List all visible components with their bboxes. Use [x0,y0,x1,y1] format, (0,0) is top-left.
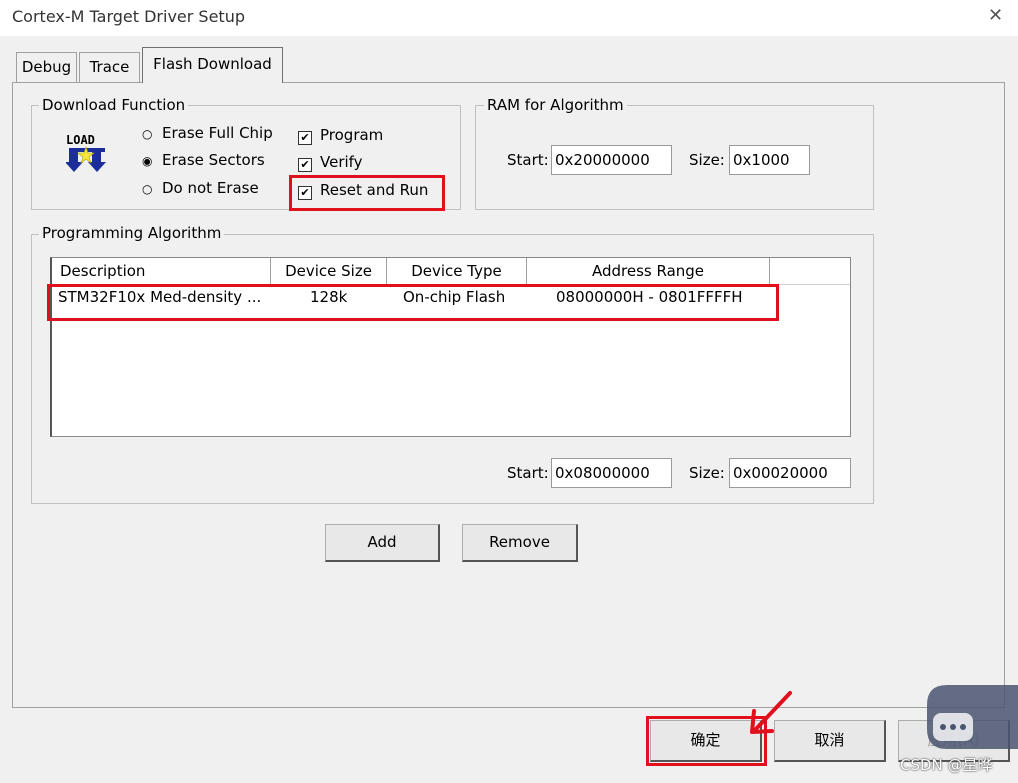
reset-run-highlight [289,175,445,211]
algo-size-field[interactable]: 0x00020000 [729,458,851,488]
load-icon: LOAD [65,132,110,174]
load-icon-text: LOAD [66,133,95,147]
programming-algorithm-legend: Programming Algorithm [39,224,225,242]
checkmark-icon: ✔ [298,131,312,145]
radio-erase-full-chip[interactable]: ○ Erase Full Chip [142,124,273,142]
ram-start-field[interactable]: 0x20000000 [551,145,672,175]
tab-flash-download[interactable]: Flash Download [142,47,283,83]
radio-off-icon: ○ [142,127,153,141]
tab-trace[interactable]: Trace [79,52,140,82]
checkbox-verify[interactable]: ✔ Verify [298,153,363,172]
title-bar: Cortex-M Target Driver Setup ✕ [0,0,1018,36]
radio-erase-sectors[interactable]: ◉ Erase Sectors [142,151,265,169]
window-title: Cortex-M Target Driver Setup [12,7,245,26]
ram-algorithm-legend: RAM for Algorithm [484,96,627,114]
algo-size-label: Size: [689,464,725,482]
annotation-arrow-icon [750,691,792,734]
algorithm-row-highlight [47,284,779,321]
radio-off-icon: ○ [142,182,153,196]
radio-do-not-erase[interactable]: ○ Do not Erase [142,179,259,197]
chat-bubble-icon[interactable] [925,683,1018,753]
remove-button[interactable]: Remove [462,524,578,562]
watermark: CSDN @星晔 [900,756,993,774]
algo-start-label: Start: [507,464,549,482]
radio-on-icon: ◉ [142,154,153,168]
download-function-legend: Download Function [39,96,189,114]
tab-debug[interactable]: Debug [16,52,77,82]
add-button[interactable]: Add [325,524,440,562]
ram-size-field[interactable]: 0x1000 [729,145,810,175]
ram-size-label: Size: [689,151,725,169]
ram-start-label: Start: [507,151,549,169]
checkbox-program[interactable]: ✔ Program [298,126,383,145]
close-icon[interactable]: ✕ [988,5,1003,26]
checkmark-icon: ✔ [298,158,312,172]
algo-start-field[interactable]: 0x08000000 [551,458,672,488]
